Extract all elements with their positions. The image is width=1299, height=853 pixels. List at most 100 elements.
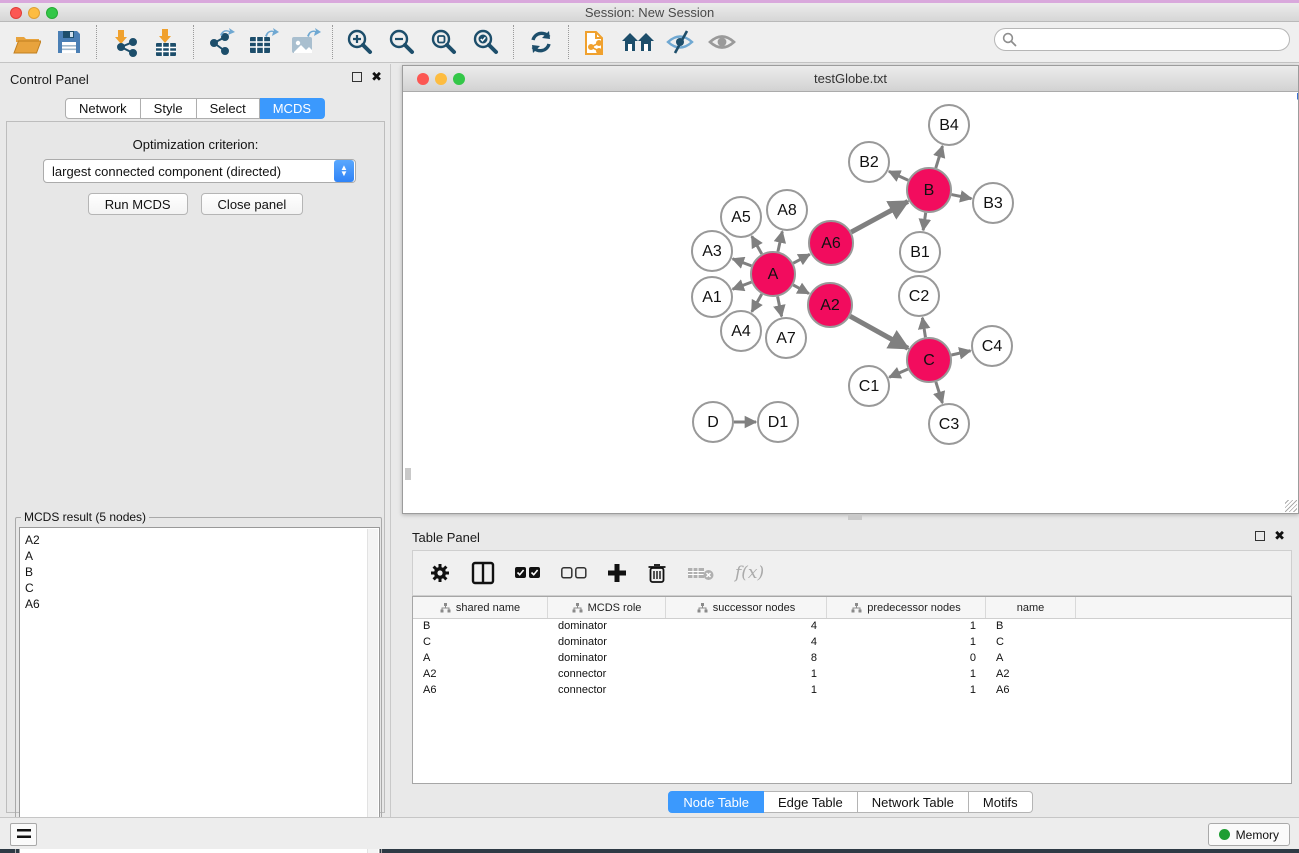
close-panel-button[interactable]: Close panel xyxy=(201,193,304,215)
edge-A-A8[interactable] xyxy=(778,231,782,251)
table-row[interactable]: Adominator80A xyxy=(413,651,1291,667)
edge-A-A3[interactable] xyxy=(733,259,752,266)
select-all-rows-button[interactable] xyxy=(515,567,541,579)
node-A7[interactable]: A7 xyxy=(766,318,806,358)
import-table-button[interactable] xyxy=(149,26,183,58)
table-row[interactable]: A6connector11A6 xyxy=(413,683,1291,699)
network-close-button[interactable] xyxy=(417,73,429,85)
mcds-result-item[interactable]: C xyxy=(25,580,379,596)
mcds-list-scrollbar[interactable] xyxy=(367,529,378,853)
mcds-result-item[interactable]: B xyxy=(25,564,379,580)
delete-column-button[interactable] xyxy=(647,562,667,584)
column-header-predecessor-nodes[interactable]: predecessor nodes xyxy=(827,597,986,618)
edge-B-B4[interactable] xyxy=(936,146,943,168)
zoom-in-button[interactable] xyxy=(343,26,377,58)
node-B[interactable]: B xyxy=(907,168,951,212)
node-C2[interactable]: C2 xyxy=(899,276,939,316)
zoom-fit-button[interactable] xyxy=(427,26,461,58)
node-C4[interactable]: C4 xyxy=(972,326,1012,366)
network-maximize-button[interactable] xyxy=(453,73,465,85)
search-input[interactable] xyxy=(994,28,1290,51)
tab-select[interactable]: Select xyxy=(197,98,260,119)
node-A1[interactable]: A1 xyxy=(692,277,732,317)
export-table-button[interactable] xyxy=(246,26,280,58)
table-row[interactable]: Cdominator41C xyxy=(413,635,1291,651)
close-panel-icon[interactable]: ✖ xyxy=(371,72,382,82)
column-header-MCDS-role[interactable]: MCDS role xyxy=(548,597,666,618)
edge-A2-C[interactable] xyxy=(850,316,908,348)
tab-node-table[interactable]: Node Table xyxy=(668,791,764,813)
column-header-name[interactable]: name xyxy=(986,597,1076,618)
open-file-button[interactable] xyxy=(10,26,44,58)
horizontal-scroll-nub[interactable] xyxy=(848,514,862,520)
column-header-shared-name[interactable]: shared name xyxy=(413,597,548,618)
edge-A-A7[interactable] xyxy=(778,297,782,317)
hide-selected-button[interactable] xyxy=(663,26,697,58)
edge-C-C3[interactable] xyxy=(936,382,943,403)
mcds-result-list[interactable]: A2ABCA6 xyxy=(19,527,380,853)
show-columns-button[interactable] xyxy=(471,561,495,585)
edge-A-A5[interactable] xyxy=(752,236,762,254)
deselect-all-rows-button[interactable] xyxy=(561,567,587,579)
network-window-titlebar[interactable]: testGlobe.txt xyxy=(403,66,1298,92)
tab-motifs[interactable]: Motifs xyxy=(969,791,1033,813)
save-session-button[interactable] xyxy=(52,26,86,58)
edge-C-C1[interactable] xyxy=(889,369,908,377)
node-A[interactable]: A xyxy=(751,252,795,296)
refresh-button[interactable] xyxy=(524,26,558,58)
zoom-selected-button[interactable] xyxy=(469,26,503,58)
column-header-successor-nodes[interactable]: successor nodes xyxy=(666,597,827,618)
zoom-out-button[interactable] xyxy=(385,26,419,58)
node-D1[interactable]: D1 xyxy=(758,402,798,442)
node-B1[interactable]: B1 xyxy=(900,232,940,272)
mcds-result-item[interactable]: A2 xyxy=(25,532,379,548)
edge-C-C2[interactable] xyxy=(922,318,925,338)
criterion-dropdown[interactable]: largest connected component (directed) ▲… xyxy=(43,159,356,183)
edge-A-A4[interactable] xyxy=(752,294,762,312)
import-network-button[interactable] xyxy=(107,26,141,58)
run-mcds-button[interactable]: Run MCDS xyxy=(88,193,188,215)
window-resize-grip[interactable] xyxy=(1285,500,1297,512)
minimize-window-button[interactable] xyxy=(28,7,40,19)
edge-A-A1[interactable] xyxy=(733,282,752,289)
network-canvas[interactable]: B4B2BB3A8A5A6A3B1AA1C2A2A4A7C4CC1DD1C3 xyxy=(405,93,1297,513)
table-row[interactable]: Bdominator41B xyxy=(413,619,1291,635)
table-row[interactable]: A2connector11A2 xyxy=(413,667,1291,683)
node-C[interactable]: C xyxy=(907,338,951,382)
node-D[interactable]: D xyxy=(693,402,733,442)
network-minimize-button[interactable] xyxy=(435,73,447,85)
close-table-panel-icon[interactable]: ✖ xyxy=(1274,531,1285,541)
edge-B-B1[interactable] xyxy=(923,213,926,230)
create-column-button[interactable] xyxy=(607,563,627,583)
edge-A-A2[interactable] xyxy=(793,285,809,294)
node-A5[interactable]: A5 xyxy=(721,197,761,237)
node-B3[interactable]: B3 xyxy=(973,183,1013,223)
float-table-panel-icon[interactable] xyxy=(1255,531,1265,541)
node-A3[interactable]: A3 xyxy=(692,231,732,271)
show-all-button[interactable] xyxy=(705,26,739,58)
table-settings-button[interactable] xyxy=(429,562,451,584)
task-history-button[interactable] xyxy=(10,823,37,846)
node-C3[interactable]: C3 xyxy=(929,404,969,444)
edge-B-B3[interactable] xyxy=(952,195,972,199)
node-A2[interactable]: A2 xyxy=(808,283,852,327)
edge-A6-B[interactable] xyxy=(851,201,908,232)
tab-network[interactable]: Network xyxy=(65,98,141,119)
node-table[interactable]: shared nameMCDS rolesuccessor nodesprede… xyxy=(412,596,1292,784)
edge-A-A6[interactable] xyxy=(793,254,810,263)
first-neighbors-button[interactable] xyxy=(621,26,655,58)
node-A6[interactable]: A6 xyxy=(809,221,853,265)
maximize-window-button[interactable] xyxy=(46,7,58,19)
close-window-button[interactable] xyxy=(10,7,22,19)
float-panel-icon[interactable] xyxy=(352,72,362,82)
tab-edge-table[interactable]: Edge Table xyxy=(764,791,858,813)
node-B4[interactable]: B4 xyxy=(929,105,969,145)
new-network-from-selection-button[interactable] xyxy=(579,26,613,58)
node-B2[interactable]: B2 xyxy=(849,142,889,182)
tab-style[interactable]: Style xyxy=(141,98,197,119)
export-network-button[interactable] xyxy=(204,26,238,58)
node-A8[interactable]: A8 xyxy=(767,190,807,230)
node-A4[interactable]: A4 xyxy=(721,311,761,351)
memory-button[interactable]: Memory xyxy=(1208,823,1290,846)
tab-network-table[interactable]: Network Table xyxy=(858,791,969,813)
